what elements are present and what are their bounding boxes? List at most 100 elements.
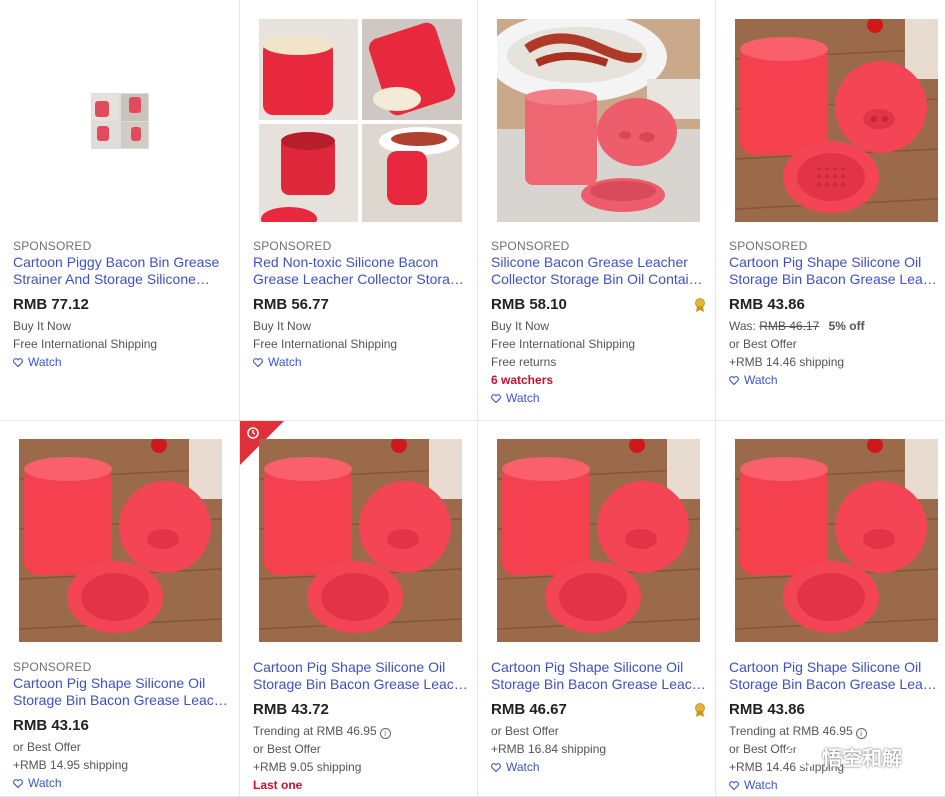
sponsored-label: SPONSORED xyxy=(491,239,570,253)
heart-icon xyxy=(253,357,263,367)
listing-card[interactable]: SPONSORED Cartoon Pig Shape Silicone Oil… xyxy=(716,0,945,421)
price: RMB 46.67 xyxy=(491,700,709,719)
price: RMB 43.72 xyxy=(253,701,329,718)
search-results-grid: SPONSORED Cartoon Piggy Bacon Bin Grease… xyxy=(0,0,945,797)
product-image[interactable] xyxy=(259,439,462,642)
listing-title[interactable]: Cartoon Pig Shape Silicone Oil Storage B… xyxy=(729,254,939,288)
last-one-label: Last one xyxy=(253,778,303,792)
shipping: +RMB 16.84 shipping xyxy=(491,742,607,756)
shipping: Free International Shipping xyxy=(253,337,398,351)
buy-format: Buy It Now xyxy=(253,319,312,333)
listing-title-line[interactable]: Grease Leacher Collector Storag… xyxy=(253,271,471,288)
info-icon[interactable]: i xyxy=(855,728,867,739)
listing-title-line[interactable]: Cartoon Piggy Bacon Bin Grease xyxy=(13,254,233,271)
listing-title-line[interactable]: Storage Bin Bacon Grease Leach… xyxy=(729,271,939,288)
heart-icon xyxy=(729,780,739,790)
product-image[interactable] xyxy=(497,19,700,222)
watch-button[interactable]: Watch xyxy=(13,774,233,792)
top-rated-seller-icon xyxy=(695,703,705,717)
watch-label: Watch xyxy=(506,391,540,405)
best-offer: or Best Offer xyxy=(491,724,559,738)
listing-title-line[interactable]: Red Non-toxic Silicone Bacon xyxy=(253,254,471,271)
shipping: Free International Shipping xyxy=(491,337,636,351)
wechat-icon xyxy=(786,744,815,767)
listing-title[interactable]: Cartoon Piggy Bacon Bin Grease Strainer … xyxy=(13,254,233,288)
trending-price: Trending at RMB 46.95 i xyxy=(253,722,471,740)
price-value: RMB 58.10 xyxy=(491,296,567,313)
listing-title-line[interactable]: Storage Bin Bacon Grease Leach… xyxy=(729,676,939,693)
price: RMB 43.16 xyxy=(13,717,89,734)
product-image[interactable] xyxy=(735,439,938,642)
watch-button[interactable]: Watch xyxy=(253,353,471,371)
buy-format: Buy It Now xyxy=(13,319,72,333)
listing-title-line[interactable]: Silicone Bacon Grease Leacher xyxy=(491,254,709,271)
was-label: Was: xyxy=(729,319,756,333)
listing-title-line[interactable]: Cartoon Pig Shape Silicone Oil xyxy=(13,675,233,692)
watch-label: Watch xyxy=(28,355,62,369)
price: RMB 43.86 xyxy=(729,296,805,313)
best-offer: or Best Offer xyxy=(13,740,81,754)
sponsored-label: SPONSORED xyxy=(13,239,92,253)
watch-label: Watch xyxy=(744,778,778,792)
trending-label: Trending at RMB 46.95 xyxy=(729,724,853,738)
returns: Free returns xyxy=(491,355,557,369)
shipping: +RMB 14.46 shipping xyxy=(729,355,845,369)
listing-card[interactable]: SPONSORED Silicone Bacon Grease Leacher … xyxy=(478,0,716,421)
listing-title[interactable]: Red Non-toxic Silicone Bacon Grease Leac… xyxy=(253,254,471,288)
watch-label: Watch xyxy=(28,776,62,790)
listing-title[interactable]: Cartoon Pig Shape Silicone Oil Storage B… xyxy=(729,659,939,693)
heart-icon xyxy=(491,762,501,772)
heart-icon xyxy=(491,393,501,403)
shipping: +RMB 9.05 shipping xyxy=(253,760,362,774)
shipping: +RMB 14.95 shipping xyxy=(13,758,129,772)
product-image[interactable] xyxy=(735,19,938,222)
watch-label: Watch xyxy=(268,355,302,369)
watermark-text: 悟空和解 xyxy=(822,748,902,770)
listing-title[interactable]: Silicone Bacon Grease Leacher Collector … xyxy=(491,254,709,288)
buy-format: Buy It Now xyxy=(491,319,550,333)
top-rated-seller-icon xyxy=(695,298,705,312)
watch-button[interactable]: Watch xyxy=(491,758,709,776)
listing-title-line[interactable]: Storage Bin Bacon Grease Leach… xyxy=(13,692,233,709)
listing-title[interactable]: Cartoon Pig Shape Silicone Oil Storage B… xyxy=(491,659,709,693)
trending-label: Trending at RMB 46.95 xyxy=(253,724,377,738)
listing-title-line[interactable]: Cartoon Pig Shape Silicone Oil xyxy=(729,254,939,271)
listing-title-line[interactable]: Cartoon Pig Shape Silicone Oil xyxy=(729,659,939,676)
watch-button[interactable]: Watch xyxy=(13,353,233,371)
best-offer: or Best Offer xyxy=(729,337,797,351)
listing-title-line[interactable]: Cartoon Pig Shape Silicone Oil xyxy=(253,659,471,676)
listing-card[interactable]: Cartoon Pig Shape Silicone Oil Storage B… xyxy=(478,421,716,797)
watchers-count: 6 watchers xyxy=(491,373,554,387)
heart-icon xyxy=(13,357,23,367)
price: RMB 56.77 xyxy=(253,296,329,313)
info-icon[interactable]: i xyxy=(379,728,391,739)
product-image[interactable] xyxy=(497,439,700,642)
watch-label: Watch xyxy=(744,373,778,387)
product-image[interactable] xyxy=(259,19,462,222)
listing-title-line[interactable]: Collector Storage Bin Oil Contain… xyxy=(491,271,709,288)
listing-title-line[interactable]: Storage Bin Bacon Grease Leach… xyxy=(253,676,471,693)
heart-icon xyxy=(729,375,739,385)
listing-card[interactable]: Cartoon Pig Shape Silicone Oil Storage B… xyxy=(716,421,945,797)
was-price-row: Was: RMB 46.17 5% off xyxy=(729,317,939,335)
watermark: 悟空和解 xyxy=(786,742,902,771)
product-image[interactable] xyxy=(19,19,222,222)
listing-title[interactable]: Cartoon Pig Shape Silicone Oil Storage B… xyxy=(13,675,233,709)
best-offer: or Best Offer xyxy=(253,742,321,756)
watch-button[interactable]: Watch xyxy=(491,389,709,407)
listing-card[interactable]: SPONSORED Cartoon Piggy Bacon Bin Grease… xyxy=(0,0,240,421)
trending-price: Trending at RMB 46.95 i xyxy=(729,722,939,740)
listing-card[interactable]: Cartoon Pig Shape Silicone Oil Storage B… xyxy=(240,421,478,797)
was-price: RMB 46.17 xyxy=(759,319,820,333)
watch-button[interactable]: Watch xyxy=(729,371,939,389)
listing-title-line[interactable]: Storage Bin Bacon Grease Leach… xyxy=(491,676,709,693)
watch-button[interactable]: Watch xyxy=(729,776,939,794)
price: RMB 77.12 xyxy=(13,296,89,313)
discount-percent: 5% off xyxy=(828,319,865,333)
listing-card[interactable]: SPONSORED Cartoon Pig Shape Silicone Oil… xyxy=(0,421,240,797)
listing-title-line[interactable]: Cartoon Pig Shape Silicone Oil xyxy=(491,659,709,676)
listing-title[interactable]: Cartoon Pig Shape Silicone Oil Storage B… xyxy=(253,659,471,693)
product-image[interactable] xyxy=(19,439,222,642)
listing-card[interactable]: SPONSORED Red Non-toxic Silicone Bacon G… xyxy=(240,0,478,421)
listing-title-line[interactable]: Strainer And Storage Silicone… xyxy=(13,271,233,288)
